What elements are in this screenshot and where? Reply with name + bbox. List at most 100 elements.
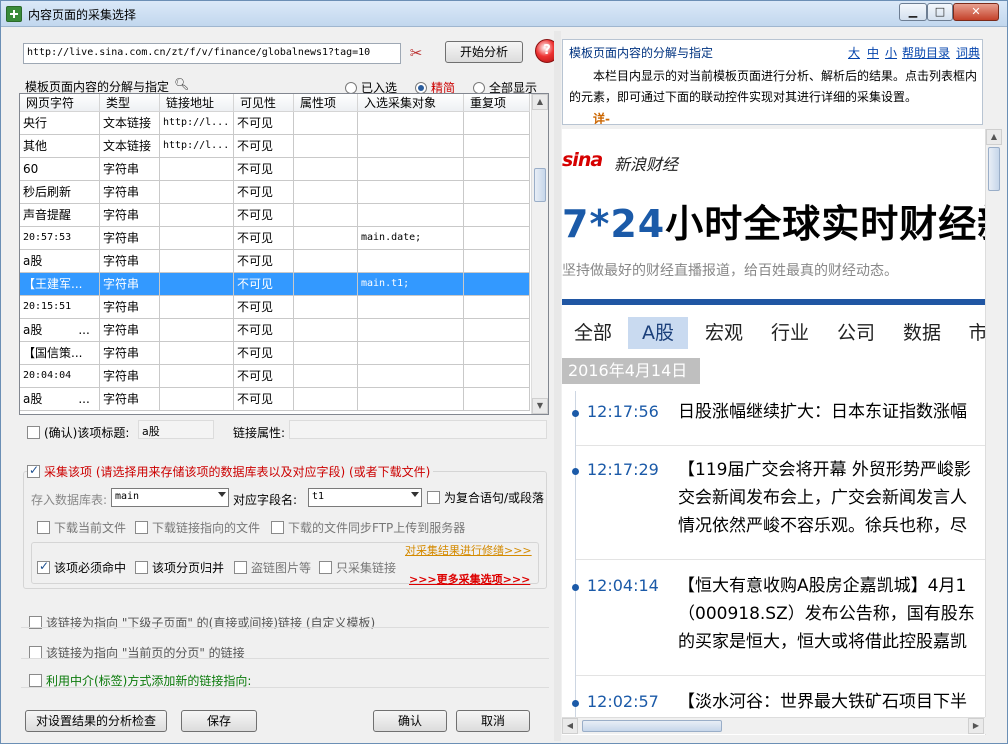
- news-text[interactable]: 【恒大有意收购A股房企嘉凯城】4月1: [678, 572, 985, 600]
- maximize-button[interactable]: □: [927, 3, 953, 21]
- tab-all[interactable]: 全部: [564, 317, 622, 349]
- table-row[interactable]: 【国信策... 字符串 不可见: [20, 342, 530, 365]
- scroll-thumb[interactable]: [582, 720, 722, 732]
- table-row[interactable]: a股 ... 字符串 不可见: [20, 319, 530, 342]
- news-text[interactable]: 日股涨幅继续扩大：日本东证指数涨幅: [678, 398, 985, 426]
- table-row[interactable]: 声音提醒 字符串 不可见: [20, 204, 530, 227]
- cell-text: 声音提醒: [20, 204, 100, 226]
- download-linked-checkbox[interactable]: 下载链接指向的文件: [135, 519, 260, 536]
- cell-link: [160, 319, 234, 341]
- cell-visibility: 不可见: [234, 273, 294, 295]
- download-current-checkbox[interactable]: 下载当前文件: [37, 519, 126, 536]
- table-row[interactable]: 其他 文本链接 http://l... 不可见: [20, 135, 530, 158]
- confirm-title-checkbox[interactable]: (确认)该项标题:: [27, 424, 129, 441]
- refine-results-link[interactable]: 对采集结果进行修缮>>>: [405, 542, 532, 558]
- table-row[interactable]: 20:15:51 字符串 不可见: [20, 296, 530, 319]
- item-title-field[interactable]: a股: [138, 420, 214, 439]
- col-header-target[interactable]: 入选采集对象: [358, 94, 464, 112]
- news-text[interactable]: 的买家是恒大，恒大或将借此控股嘉凯: [678, 628, 985, 656]
- table-row[interactable]: a股 ... 字符串 不可见: [20, 388, 530, 411]
- table-scrollbar[interactable]: ▲ ▼: [531, 94, 548, 414]
- close-button[interactable]: ✕: [953, 3, 999, 21]
- cell-link: [160, 388, 234, 410]
- paging-merge-checkbox[interactable]: 该项分页归并: [135, 559, 224, 576]
- preview-vertical-scrollbar[interactable]: ▲: [985, 129, 1002, 735]
- col-header-visibility[interactable]: 可见性: [234, 94, 294, 112]
- font-small-link[interactable]: 小: [885, 44, 897, 61]
- news-text[interactable]: （000918.SZ）发布公告称，国有股东: [678, 600, 985, 628]
- table-header: 网页字符 类型 链接地址 可见性 属性项 入选采集对象 重复项: [20, 94, 530, 112]
- tab-macro[interactable]: 宏观: [694, 317, 754, 349]
- field-name-select[interactable]: t1: [308, 488, 422, 507]
- scroll-right-icon[interactable]: ▶: [968, 718, 984, 734]
- analysis-check-button[interactable]: 对设置结果的分析检查: [25, 710, 167, 732]
- preview-horizontal-scrollbar[interactable]: ◀ ▶: [562, 717, 985, 734]
- checkbox-box: [37, 521, 50, 534]
- table-row[interactable]: 央行 文本链接 http://l... 不可见: [20, 112, 530, 135]
- hotlink-images-checkbox[interactable]: 盗链图片等: [234, 559, 311, 576]
- tab-data[interactable]: 数据: [892, 317, 952, 349]
- scroll-up-icon[interactable]: ▲: [986, 129, 1002, 145]
- scroll-thumb[interactable]: [534, 168, 546, 202]
- table-row[interactable]: 20:04:04 字符串 不可见: [20, 365, 530, 388]
- pane-splitter[interactable]: [554, 31, 561, 741]
- news-text[interactable]: 【淡水河谷：世界最大铁矿石项目下半: [678, 688, 985, 716]
- cell-repeat: [464, 273, 530, 295]
- url-input[interactable]: http://live.sina.com.cn/zt/f/v/finance/g…: [23, 43, 401, 64]
- cell-target: [358, 342, 464, 364]
- scroll-up-icon[interactable]: ▲: [532, 94, 548, 110]
- more-options-link[interactable]: >>>更多采集选项>>>: [409, 571, 530, 587]
- help-more-link[interactable]: 详-: [593, 110, 610, 124]
- col-header-type[interactable]: 类型: [100, 94, 160, 112]
- table-row[interactable]: 20:57:53 字符串 不可见 main.date;: [20, 227, 530, 250]
- start-analysis-button[interactable]: 开始分析: [445, 41, 523, 63]
- ftp-upload-checkbox[interactable]: 下载的文件同步FTP上传到服务器: [271, 519, 465, 536]
- table-row[interactable]: a股 字符串 不可见: [20, 250, 530, 273]
- link-attr-field[interactable]: [289, 420, 547, 439]
- news-text[interactable]: 【119届广交会将开幕 外贸形势严峻影: [678, 456, 985, 484]
- tab-company[interactable]: 公司: [826, 317, 886, 349]
- font-large-link[interactable]: 大: [848, 44, 860, 61]
- ok-button[interactable]: 确认: [373, 710, 447, 732]
- checkbox-label: 该项必须命中: [54, 561, 127, 575]
- minimize-button[interactable]: ▁: [899, 3, 927, 21]
- child-page-link-checkbox[interactable]: 该链接为指向 "下级子页面" 的(直接或间接)链接 (自定义模板): [29, 614, 375, 631]
- scroll-down-icon[interactable]: ▼: [532, 398, 548, 414]
- compound-checkbox[interactable]: 为复合语句/或段落: [427, 489, 544, 506]
- tab-industry[interactable]: 行业: [760, 317, 820, 349]
- scroll-thumb[interactable]: [988, 147, 1000, 191]
- help-toc-link[interactable]: 帮助目录: [902, 44, 950, 61]
- scroll-left-icon[interactable]: ◀: [562, 718, 578, 734]
- tab-market[interactable]: 市: [958, 317, 985, 349]
- save-button[interactable]: 保存: [181, 710, 257, 732]
- table-row[interactable]: 【王建军... 字符串 不可见 main.t1;: [20, 273, 530, 296]
- db-table-select[interactable]: main: [111, 488, 229, 507]
- resize-grip-icon[interactable]: [985, 717, 1002, 734]
- col-header-repeat[interactable]: 重复项: [464, 94, 530, 112]
- app-plus-icon: [6, 6, 22, 22]
- dictionary-link[interactable]: 词典: [956, 44, 980, 61]
- cell-attr: [294, 296, 358, 318]
- col-header-attr[interactable]: 属性项: [294, 94, 358, 112]
- cell-text: 【王建军...: [20, 273, 100, 295]
- table-row[interactable]: 秒后刷新 字符串 不可见: [20, 181, 530, 204]
- checkbox-box: [37, 559, 50, 574]
- must-hit-checkbox[interactable]: 该项必须命中: [37, 559, 126, 576]
- cancel-button[interactable]: 取消: [456, 710, 530, 732]
- search-icon[interactable]: 🔍︎: [174, 77, 189, 91]
- collect-item-checkbox[interactable]: 采集该项 (请选择用来存储该项的数据库表以及对应字段) (或者下载文件): [27, 463, 434, 480]
- col-header-text[interactable]: 网页字符: [20, 94, 100, 112]
- tab-a-shares[interactable]: A股: [628, 317, 688, 349]
- timeline-dot-icon: [572, 468, 579, 475]
- cell-text: a股: [20, 250, 100, 272]
- chevron-down-icon: [411, 492, 419, 497]
- cell-attr: [294, 204, 358, 226]
- news-text[interactable]: 交会新闻发布会上，广交会新闻发言人: [678, 484, 985, 512]
- col-header-link[interactable]: 链接地址: [160, 94, 234, 112]
- only-links-checkbox[interactable]: 只采集链接: [319, 559, 396, 576]
- cell-visibility: 不可见: [234, 365, 294, 387]
- font-medium-link[interactable]: 中: [867, 44, 879, 61]
- table-row[interactable]: 60 字符串 不可见: [20, 158, 530, 181]
- tools-icon[interactable]: ✂: [406, 44, 426, 62]
- news-text[interactable]: 情况依然严峻不容乐观。徐兵也称，尽: [678, 512, 985, 540]
